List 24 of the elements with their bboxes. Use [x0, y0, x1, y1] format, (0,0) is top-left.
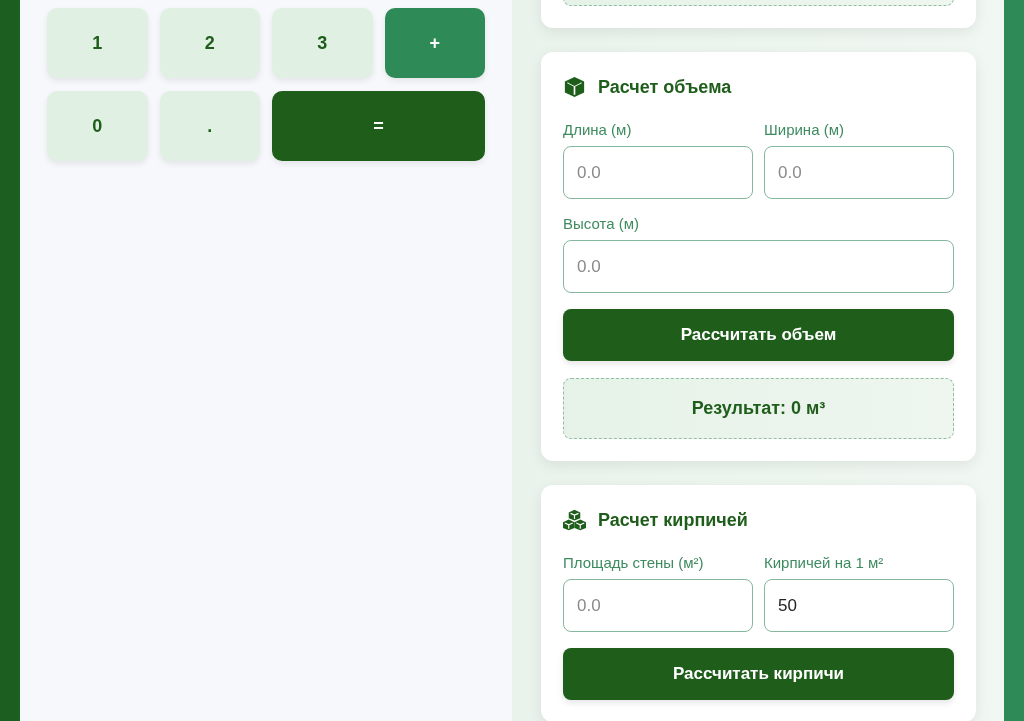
input-field[interactable]: 0.0 — [563, 579, 753, 632]
keypad-key[interactable]: 0 — [47, 91, 148, 161]
input-field[interactable]: 50 — [764, 579, 954, 632]
calculate-button[interactable]: Рассчитать объем — [563, 309, 954, 361]
field-label: Кирпичей на 1 м² — [764, 554, 885, 571]
card-title: Расчет объема — [598, 76, 732, 98]
input-field[interactable]: 0.0 — [764, 146, 954, 199]
keypad-key[interactable]: 1 — [47, 8, 148, 78]
keypad-key[interactable]: = — [272, 91, 485, 161]
cubes-icon — [563, 509, 586, 531]
keypad-key[interactable]: 3 — [272, 8, 373, 78]
input-field[interactable]: 0.0 — [563, 240, 954, 293]
keypad-key[interactable]: + — [384, 8, 485, 78]
card-title: Расчет кирпичей — [598, 509, 748, 531]
keypad-key[interactable]: 2 — [159, 8, 260, 78]
field-label: Ширина (м) — [764, 121, 845, 138]
cube-icon — [563, 76, 586, 98]
field-label: Площадь стены (м²) — [563, 554, 705, 571]
calculate-button[interactable]: Рассчитать кирпичи — [563, 648, 954, 700]
keypad-key[interactable]: . — [159, 91, 260, 161]
input-field[interactable]: 0.0 — [563, 146, 753, 199]
field-label: Длина (м) — [563, 121, 633, 138]
field-label: Высота (м) — [563, 215, 640, 232]
result-panel: Результат: 0 м³ — [563, 378, 954, 439]
